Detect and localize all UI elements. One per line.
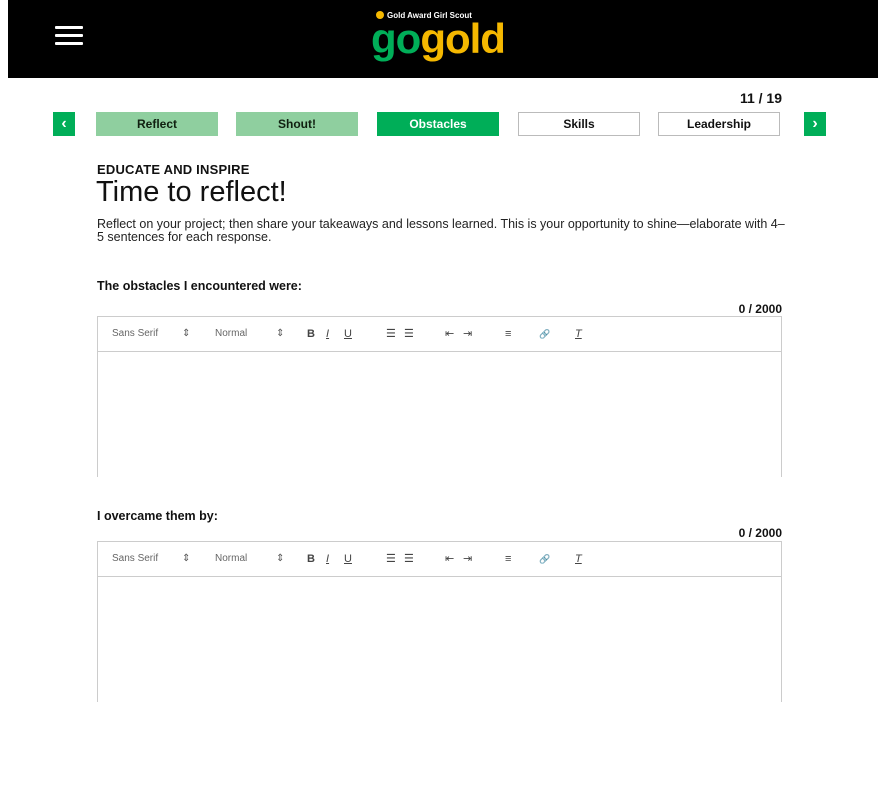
- indent-icon[interactable]: ⇥: [463, 328, 472, 340]
- tab-obstacles[interactable]: Obstacles: [377, 112, 499, 136]
- bold-button[interactable]: B: [307, 328, 315, 340]
- font-select-caret-icon[interactable]: ⇕: [182, 553, 190, 565]
- link-icon[interactable]: 🔗: [539, 553, 550, 565]
- question-label-overcame: I overcame them by:: [97, 509, 218, 523]
- underline-button[interactable]: U: [344, 328, 352, 340]
- char-count: 0 / 2000: [738, 526, 782, 540]
- logo-wordmark: gogold: [371, 15, 506, 62]
- size-select[interactable]: Normal: [215, 328, 247, 340]
- size-select-caret-icon[interactable]: ⇕: [276, 553, 284, 565]
- editor-toolbar: Sans Serif ⇕ Normal ⇕ B I U ☰ ☰ ⇤ ⇥ ≡ 🔗 …: [98, 317, 781, 352]
- overcame-text-area[interactable]: [98, 577, 781, 702]
- size-select[interactable]: Normal: [215, 553, 247, 565]
- bullet-list-icon[interactable]: ☰: [404, 328, 414, 340]
- link-icon[interactable]: 🔗: [539, 328, 550, 340]
- tab-shout[interactable]: Shout!: [236, 112, 358, 136]
- ordered-list-icon[interactable]: ☰: [386, 328, 396, 340]
- size-select-caret-icon[interactable]: ⇕: [276, 328, 284, 340]
- tab-reflect[interactable]: Reflect: [96, 112, 218, 136]
- outdent-icon[interactable]: ⇤: [445, 328, 454, 340]
- font-select-caret-icon[interactable]: ⇕: [182, 328, 190, 340]
- clear-format-icon[interactable]: T: [575, 553, 582, 565]
- menu-icon[interactable]: [55, 24, 83, 46]
- rich-text-editor: Sans Serif ⇕ Normal ⇕ B I U ☰ ☰ ⇤ ⇥ ≡ 🔗 …: [97, 316, 782, 477]
- char-count: 0 / 2000: [738, 302, 782, 316]
- tab-leadership[interactable]: Leadership: [658, 112, 780, 136]
- gogold-logo[interactable]: Gold Award Girl Scout gogold: [368, 6, 538, 66]
- rich-text-editor: Sans Serif ⇕ Normal ⇕ B I U ☰ ☰ ⇤ ⇥ ≡ 🔗 …: [97, 541, 782, 702]
- page-counter: 11 / 19: [739, 90, 782, 106]
- font-select[interactable]: Sans Serif: [112, 553, 158, 565]
- align-icon[interactable]: ≡: [505, 328, 511, 340]
- obstacles-text-area[interactable]: [98, 352, 781, 477]
- outdent-icon[interactable]: ⇤: [445, 553, 454, 565]
- app-header: Gold Award Girl Scout gogold: [8, 0, 878, 78]
- underline-button[interactable]: U: [344, 553, 352, 565]
- section-kicker: EDUCATE AND INSPIRE: [97, 162, 250, 177]
- previous-step-button[interactable]: ‹: [53, 112, 75, 136]
- page-description: Reflect on your project; then share your…: [97, 217, 785, 244]
- bold-button[interactable]: B: [307, 553, 315, 565]
- align-icon[interactable]: ≡: [505, 553, 511, 565]
- page-title: Time to reflect!: [96, 176, 287, 208]
- italic-button[interactable]: I: [326, 328, 329, 340]
- bullet-list-icon[interactable]: ☰: [404, 553, 414, 565]
- font-select[interactable]: Sans Serif: [112, 328, 158, 340]
- italic-button[interactable]: I: [326, 553, 329, 565]
- indent-icon[interactable]: ⇥: [463, 553, 472, 565]
- tab-skills[interactable]: Skills: [518, 112, 640, 136]
- next-step-button[interactable]: ›: [804, 112, 826, 136]
- question-label-obstacles: The obstacles I encountered were:: [97, 279, 302, 293]
- editor-toolbar: Sans Serif ⇕ Normal ⇕ B I U ☰ ☰ ⇤ ⇥ ≡ 🔗 …: [98, 542, 781, 577]
- clear-format-icon[interactable]: T: [575, 328, 582, 340]
- ordered-list-icon[interactable]: ☰: [386, 553, 396, 565]
